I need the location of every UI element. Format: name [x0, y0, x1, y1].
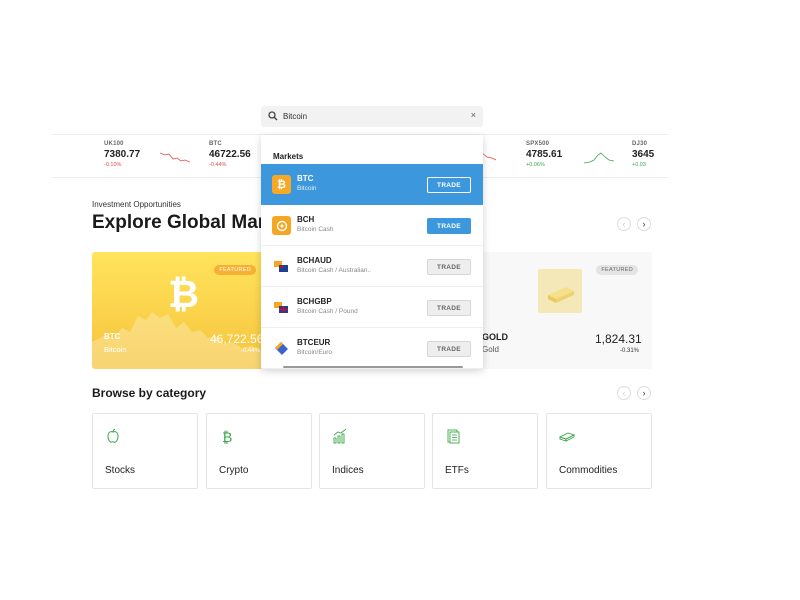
category-label: Crypto: [219, 465, 249, 476]
result-symbol: BCH: [297, 215, 315, 224]
result-row-bchaud[interactable]: BCHAUD Bitcoin Cash / Australian.. TRADE: [261, 246, 483, 287]
ticker-symbol: SPX500: [526, 141, 550, 147]
category-etfs[interactable]: ETFs: [432, 413, 538, 489]
ticker-change: +0.03: [632, 162, 646, 168]
category-next-button[interactable]: ›: [637, 386, 651, 400]
search-icon: [268, 111, 278, 121]
ticker-btc[interactable]: BTC 46722.56 -0.44%: [209, 141, 251, 168]
featured-badge: FEATURED: [596, 265, 638, 275]
card-price: 1,824.31: [595, 332, 642, 346]
card-name: Bitcoin: [104, 345, 127, 354]
ticker-uk100[interactable]: UK100 7380.77 -0.10%: [104, 141, 140, 168]
search-bar: ×: [261, 106, 483, 127]
result-row-btc[interactable]: ₿ BTC Bitcoin TRADE: [261, 164, 483, 205]
dropdown-scrollbar[interactable]: [283, 366, 463, 368]
trade-button[interactable]: TRADE: [427, 341, 471, 357]
svg-text:₿: ₿: [222, 430, 232, 444]
ticker-symbol: UK100: [104, 141, 124, 147]
bitcoin-icon: ₿: [168, 274, 199, 316]
search-results-dropdown: Markets ₿ BTC Bitcoin TRADE BCH Bitcoin …: [261, 135, 483, 369]
card-name: Gold: [482, 345, 499, 354]
ticker-price: 46722.56: [209, 149, 251, 160]
apple-icon: [107, 428, 119, 443]
category-commodities[interactable]: Commodities: [546, 413, 652, 489]
bitcoin-icon: ₿: [272, 175, 291, 194]
category-label: Stocks: [105, 465, 136, 476]
result-row-bchgbp[interactable]: BCHGBP Bitcoin Cash / Pound TRADE: [261, 287, 483, 328]
ticker-change: +0.06%: [526, 162, 545, 168]
card-change: -0.31%: [620, 348, 640, 354]
ticker-spx500[interactable]: SPX500 4785.61 +0.06%: [526, 141, 562, 168]
featured-card-btc[interactable]: FEATURED ₿ BTC Bitcoin 46,722.56 -0.44%: [92, 252, 282, 369]
document-icon: [447, 429, 460, 444]
result-name: Bitcoin Cash / Australian..: [297, 267, 372, 274]
chevron-right-icon: ›: [642, 388, 646, 398]
explore-title: Explore Global Mark: [92, 212, 276, 233]
category-stocks[interactable]: Stocks: [92, 413, 198, 489]
chevron-left-icon: ‹: [622, 219, 626, 229]
card-symbol: GOLD: [482, 332, 508, 342]
currency-pair-icon: [272, 339, 291, 358]
result-symbol: BCHAUD: [297, 256, 332, 265]
category-label: ETFs: [445, 465, 469, 476]
trade-button[interactable]: TRADE: [427, 177, 471, 193]
featured-card-gold[interactable]: FEATURED GOLD Gold 1,824.31 -0.31%: [470, 252, 652, 369]
trade-button[interactable]: TRADE: [427, 218, 471, 234]
browse-title: Browse by category: [92, 386, 207, 400]
ticker-sparkline: [160, 152, 190, 163]
chevron-left-icon: ‹: [622, 388, 626, 398]
currency-pair-icon: [272, 298, 291, 317]
gold-bar-icon: [559, 432, 575, 442]
card-price: 46,722.56: [210, 332, 264, 346]
ticker-price: 3645: [632, 149, 655, 160]
category-crypto[interactable]: ₿ Crypto: [206, 413, 312, 489]
carousel-prev-button[interactable]: ‹: [617, 217, 631, 231]
ticker-change: -0.10%: [104, 162, 122, 168]
trade-button[interactable]: TRADE: [427, 300, 471, 316]
card-change: -0.44%: [241, 348, 261, 354]
chart-icon: [333, 428, 347, 444]
investment-label: Investment Opportunities: [92, 200, 181, 209]
ticker-symbol: BTC: [209, 141, 222, 147]
currency-pair-icon: [272, 257, 291, 276]
card-symbol: BTC: [104, 332, 121, 341]
ticker-price: 7380.77: [104, 149, 141, 160]
category-indices[interactable]: Indices: [319, 413, 425, 489]
result-name: Bitcoin Cash / Pound: [297, 308, 358, 315]
gold-bar-icon: [538, 269, 582, 313]
trade-button[interactable]: TRADE: [427, 259, 471, 275]
ticker-dj30[interactable]: DJ30 3645 +0.03: [632, 141, 654, 168]
category-label: Commodities: [559, 465, 618, 476]
chevron-right-icon: ›: [642, 219, 646, 229]
ticker-price: 4785.61: [526, 149, 563, 160]
ticker-symbol: DJ30: [632, 141, 648, 147]
result-row-btceur[interactable]: BTCEUR Bitcoin/Euro TRADE: [261, 328, 483, 369]
result-symbol: BTC: [297, 174, 314, 183]
bitcoin-cash-icon: [272, 216, 291, 235]
category-prev-button[interactable]: ‹: [617, 386, 631, 400]
close-icon[interactable]: ×: [471, 110, 476, 120]
result-row-bch[interactable]: BCH Bitcoin Cash TRADE: [261, 205, 483, 246]
search-input[interactable]: [283, 109, 463, 124]
result-symbol: BCHGBP: [297, 297, 332, 306]
result-name: Bitcoin/Euro: [297, 349, 333, 356]
bitcoin-icon: ₿: [222, 430, 232, 444]
ticker-change: -0.44%: [209, 162, 227, 168]
result-name: Bitcoin Cash: [297, 226, 334, 233]
carousel-next-button[interactable]: ›: [637, 217, 651, 231]
ticker-sparkline: [584, 152, 614, 164]
result-symbol: BTCEUR: [297, 338, 331, 347]
section-title: Markets: [273, 152, 304, 161]
featured-badge: FEATURED: [214, 265, 256, 275]
category-label: Indices: [332, 465, 364, 476]
result-name: Bitcoin: [297, 185, 317, 192]
